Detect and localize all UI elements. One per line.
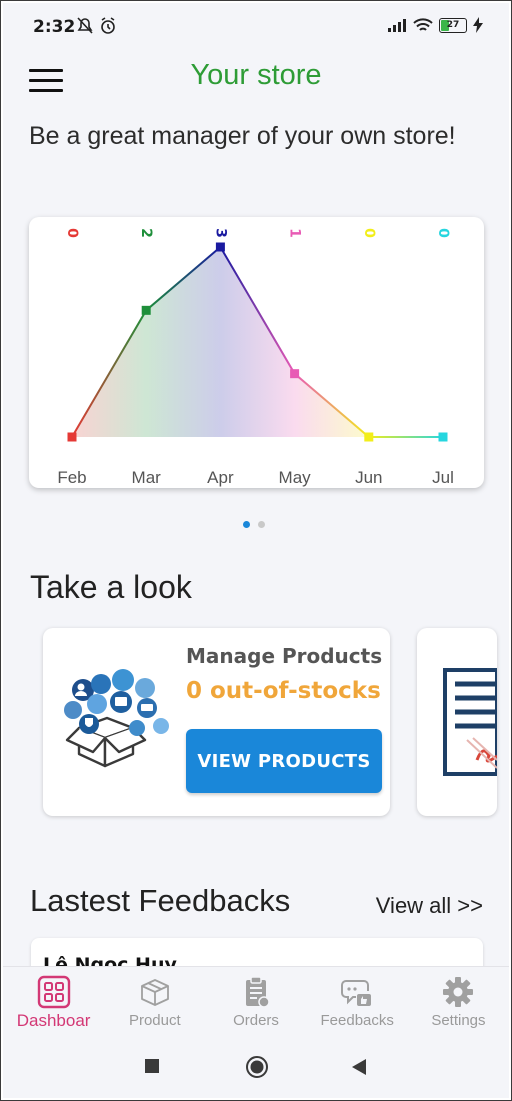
dashboard-icon bbox=[37, 975, 70, 1009]
nav-label: Orders bbox=[233, 1012, 279, 1029]
feedbacks-title: Lastest Feedbacks bbox=[30, 883, 291, 918]
nav-product[interactable]: Product bbox=[104, 967, 205, 1039]
alarm-icon bbox=[101, 17, 115, 34]
chart-point[interactable] bbox=[364, 432, 374, 442]
chart-x-tick-label: May bbox=[279, 468, 312, 487]
gear-icon bbox=[443, 977, 474, 1007]
nav-label: Feedbacks bbox=[320, 1012, 394, 1029]
signal-icon bbox=[388, 19, 406, 32]
carousel-indicator bbox=[243, 521, 265, 528]
chart-x-tick-label: Jun bbox=[355, 468, 382, 487]
device-frame: 2:32 27 Your store Be a great manager of… bbox=[0, 0, 512, 1101]
nav-feedbacks[interactable]: Feedbacks bbox=[307, 967, 408, 1039]
status-right-icons: 27 bbox=[387, 17, 483, 33]
chart-x-tick-label: Mar bbox=[132, 468, 162, 487]
chart-value-label: 0 bbox=[435, 228, 451, 238]
carousel-dot-active[interactable] bbox=[243, 521, 250, 528]
orders-clipboard-icon bbox=[246, 976, 270, 1008]
nav-orders[interactable]: Orders bbox=[205, 967, 306, 1039]
sales-line-chart: 0 2 3 1 0 0 Feb Mar Apr May Jun Jul bbox=[57, 228, 454, 487]
chart-value-label: 0 bbox=[64, 228, 80, 238]
chart-point[interactable] bbox=[67, 432, 77, 442]
orders-document-illustration bbox=[443, 668, 497, 776]
bottom-navigation: Dashboar Product Orders Feedbacks Settin… bbox=[3, 966, 509, 1039]
tagline: Be a great manager of your own store! bbox=[29, 122, 456, 150]
nav-dashboard[interactable]: Dashboar bbox=[3, 967, 104, 1039]
sales-chart-card[interactable]: 0 2 3 1 0 0 Feb Mar Apr May Jun Jul bbox=[29, 217, 484, 488]
card-title: Manage Products bbox=[186, 644, 383, 668]
chart-x-tick-label: Feb bbox=[57, 468, 86, 487]
nav-label: Settings bbox=[431, 1012, 486, 1029]
charging-icon bbox=[473, 17, 483, 33]
chart-point[interactable] bbox=[215, 242, 225, 252]
status-left-icons bbox=[76, 16, 120, 40]
carousel-dot[interactable] bbox=[258, 521, 265, 528]
page-title: Your store bbox=[190, 59, 322, 91]
out-of-stock-count: 0 out-of-stocks bbox=[186, 678, 381, 704]
home-icon[interactable] bbox=[245, 1055, 269, 1079]
notifications-off-icon bbox=[77, 17, 93, 34]
nav-label: Dashboar bbox=[16, 1011, 91, 1030]
recents-icon[interactable] bbox=[144, 1058, 160, 1074]
status-bar: 2:32 27 bbox=[3, 3, 509, 43]
back-icon[interactable] bbox=[351, 1058, 367, 1076]
chart-value-label: 1 bbox=[287, 228, 303, 238]
view-products-button[interactable]: VIEW PRODUCTS bbox=[186, 729, 382, 793]
system-navigation-bar bbox=[3, 1038, 509, 1098]
manage-products-card[interactable]: Manage Products 0 out-of-stocks VIEW PRO… bbox=[43, 628, 390, 816]
manage-orders-card[interactable] bbox=[417, 628, 497, 816]
products-box-illustration bbox=[64, 669, 169, 768]
view-all-feedbacks-link[interactable]: View all >> bbox=[376, 893, 483, 919]
feedback-chat-icon bbox=[341, 980, 372, 1006]
app-screen: 2:32 27 Your store Be a great manager of… bbox=[3, 3, 509, 1098]
wifi-icon bbox=[413, 17, 433, 31]
chart-value-label: 2 bbox=[138, 228, 154, 238]
battery-icon: 27 bbox=[439, 17, 467, 33]
chart-value-label: 0 bbox=[361, 228, 377, 238]
chart-point[interactable] bbox=[290, 369, 300, 379]
take-a-look-title: Take a look bbox=[30, 569, 192, 605]
chart-x-tick-label: Apr bbox=[207, 468, 234, 487]
status-time: 2:32 bbox=[33, 17, 76, 37]
product-box-icon bbox=[140, 979, 169, 1006]
nav-settings[interactable]: Settings bbox=[408, 967, 509, 1039]
battery-level: 27 bbox=[446, 19, 460, 30]
chart-value-label: 3 bbox=[212, 228, 228, 238]
chart-point[interactable] bbox=[438, 432, 448, 442]
chart-point[interactable] bbox=[141, 305, 151, 315]
nav-label: Product bbox=[128, 1012, 181, 1029]
chart-x-tick-label: Jul bbox=[432, 468, 454, 487]
